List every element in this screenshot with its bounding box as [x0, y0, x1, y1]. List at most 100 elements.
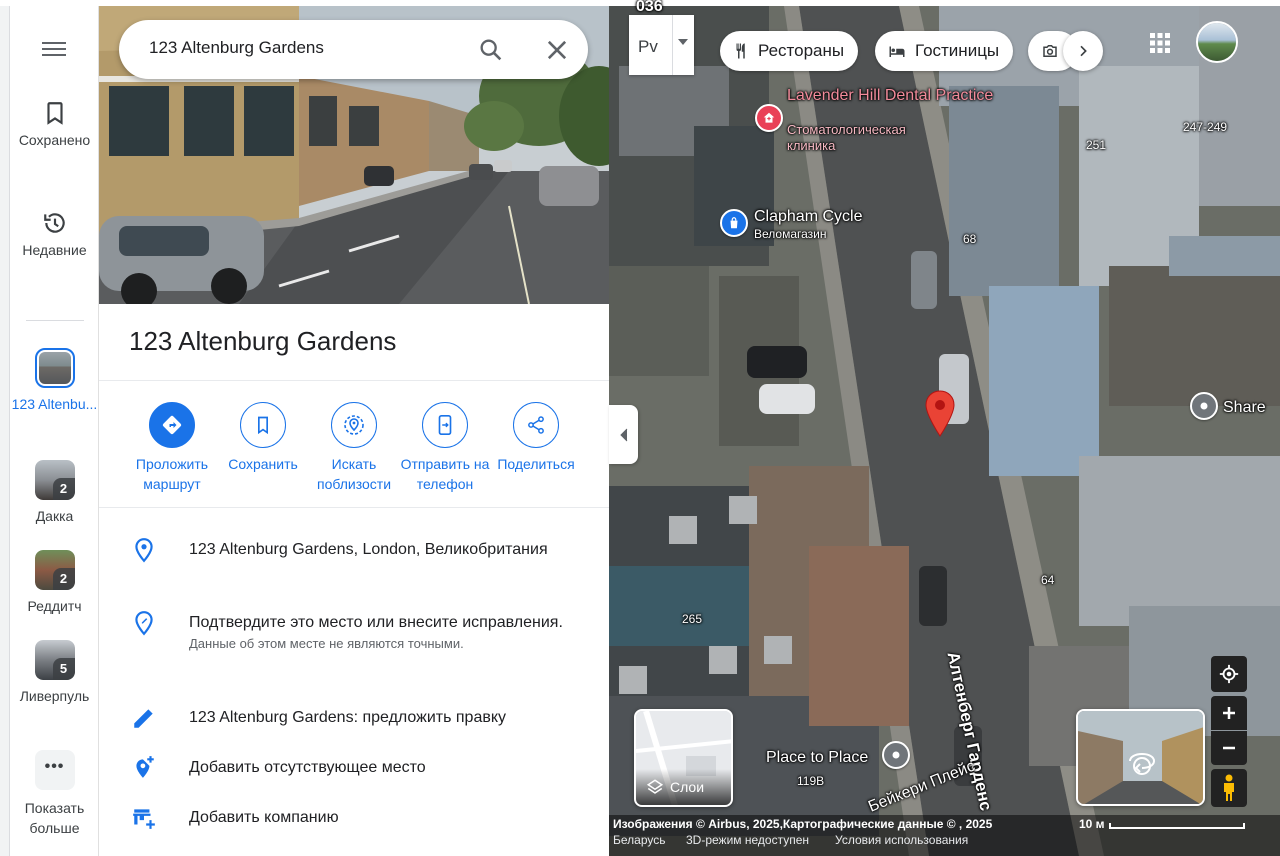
- language-selector[interactable]: Рv: [629, 15, 694, 75]
- bookmark-icon: [258, 416, 268, 435]
- rotate-360-icon: [1129, 752, 1156, 773]
- search-button[interactable]: [477, 36, 505, 64]
- show-more-label: Показать больше: [24, 800, 85, 836]
- layers-icon: [646, 779, 664, 794]
- zoom-out-button[interactable]: [1211, 731, 1247, 765]
- account-avatar[interactable]: [1196, 21, 1238, 63]
- bookmark-icon: [46, 102, 63, 125]
- hotel-icon: [889, 46, 905, 57]
- save-button[interactable]: Сохранить: [213, 402, 313, 474]
- place-thumbnail: 2: [34, 550, 75, 590]
- place-pin-icon[interactable]: [924, 390, 956, 438]
- photo-count-badge: 5: [52, 658, 75, 680]
- recent-place-dhaka[interactable]: 2 Дакка: [10, 460, 99, 526]
- place-thumbnail: 5: [34, 640, 75, 680]
- place-to-place-marker[interactable]: [882, 741, 910, 769]
- more-dots-icon: •••: [34, 750, 75, 790]
- recent-place-label: Дакка: [35, 508, 74, 524]
- zoom-in-button[interactable]: [1211, 696, 1247, 730]
- menu-button[interactable]: [40, 38, 68, 62]
- add-missing-place-row[interactable]: Добавить отсутствующее место: [99, 755, 609, 785]
- plus-icon: [1223, 707, 1235, 719]
- add-business-row[interactable]: Добавить компанию: [99, 805, 609, 835]
- share-button[interactable]: Поделиться: [486, 402, 586, 474]
- search-input[interactable]: [149, 38, 469, 58]
- search-icon: [480, 39, 502, 61]
- place-thumbnail: [34, 348, 75, 388]
- nearby-button[interactable]: Искать поблизости: [304, 402, 404, 494]
- suggest-edit-text: 123 Altenburg Gardens: предложить правку: [189, 709, 507, 726]
- shopping-bag-icon: [730, 217, 738, 229]
- left-rail: Сохранено Недавние 123 Altenbu... 2 Дакк…: [0, 0, 99, 856]
- recent-button[interactable]: Недавние: [10, 210, 99, 260]
- directions-label: Проложить маршрут: [135, 456, 209, 492]
- house-number: 265: [682, 612, 703, 626]
- location-pin-icon: [135, 538, 153, 563]
- house-number: 251: [1086, 138, 1107, 152]
- chevron-left-icon: [619, 428, 627, 441]
- restaurant-icon: [736, 43, 745, 59]
- show-more-button[interactable]: ••• Показать больше: [10, 750, 99, 838]
- scale-bar: [1109, 823, 1245, 829]
- chip-hotels-label: Гостиницы: [915, 41, 1000, 60]
- share-poi-label: Share: [1223, 399, 1266, 416]
- share-poi-marker[interactable]: [1190, 392, 1218, 420]
- directions-icon: [162, 415, 182, 435]
- house-number: 119B: [797, 774, 825, 788]
- save-label: Сохранить: [228, 456, 298, 472]
- edit-location-icon: [135, 611, 153, 636]
- my-location-button[interactable]: [1211, 656, 1247, 692]
- apps-grid-icon: [1150, 33, 1170, 53]
- place-title: 123 Altenburg Gardens: [129, 326, 397, 356]
- pegman-button[interactable]: [1211, 769, 1247, 807]
- collapse-panel-button[interactable]: [609, 405, 638, 464]
- nearby-icon: [344, 415, 364, 435]
- pegman-icon: [1224, 774, 1234, 801]
- layers-button[interactable]: Слои: [634, 709, 733, 807]
- share-icon: [528, 416, 544, 434]
- send-to-phone-icon: [438, 415, 452, 435]
- minus-icon: [1223, 746, 1235, 750]
- suggest-edit-row[interactable]: 123 Altenburg Gardens: предложить правку: [99, 705, 609, 735]
- camera-icon: [1043, 45, 1057, 57]
- cycle-poi-label: Clapham Cycle: [754, 208, 863, 225]
- address-row[interactable]: 123 Altenburg Gardens, London, Великобри…: [99, 537, 609, 591]
- recent-place-label: Ливерпуль: [19, 688, 90, 704]
- 3d-unavailable-text: 3D-режим недоступен: [686, 833, 810, 847]
- clear-search-button[interactable]: [543, 36, 571, 64]
- saved-label: Сохранено: [18, 132, 91, 148]
- dot-icon: [1200, 402, 1208, 410]
- region-link[interactable]: Беларусь: [613, 833, 665, 847]
- cycle-poi-category: Веломагазин: [754, 227, 827, 241]
- saved-button[interactable]: Сохранено: [10, 100, 99, 150]
- place-to-place-label: Place to Place: [766, 749, 869, 766]
- dental-poi-marker[interactable]: [755, 104, 783, 132]
- confirm-place-row[interactable]: Подтвердите это место или внесите исправ…: [99, 610, 609, 680]
- house-number: 64: [1041, 573, 1055, 587]
- google-apps-button[interactable]: [1148, 31, 1172, 55]
- chips-next-button[interactable]: [1063, 31, 1103, 71]
- photo-count-badge: 2: [52, 568, 75, 590]
- directions-button[interactable]: Проложить маршрут: [122, 402, 222, 494]
- recent-place-altenburg[interactable]: 123 Altenbu...: [10, 348, 99, 414]
- add-business-text: Добавить компанию: [189, 809, 339, 826]
- medical-icon: [763, 112, 775, 123]
- send-to-phone-button[interactable]: Отправить на телефон: [395, 402, 495, 494]
- place-panel: 123 Altenburg Gardens Проложить маршрут …: [99, 0, 609, 856]
- recent-place-redditch[interactable]: 2 Реддитч: [10, 550, 99, 616]
- address-text: 123 Altenburg Gardens, London, Великобри…: [189, 541, 548, 558]
- chip-restaurants[interactable]: Рестораны: [720, 31, 859, 71]
- chip-hotels[interactable]: Гостиницы: [875, 31, 1014, 71]
- language-code: Рv: [638, 37, 658, 56]
- add-missing-place-text: Добавить отсутствующее место: [189, 759, 426, 776]
- terms-link[interactable]: Условия использования: [835, 833, 968, 847]
- nearby-label: Искать поблизости: [316, 456, 392, 492]
- photo-count-badge: 2: [52, 478, 75, 500]
- confirm-text: Подтвердите это место или внесите исправ…: [189, 614, 563, 631]
- recent-place-liverpool[interactable]: 5 Ливерпуль: [10, 640, 99, 706]
- street-view-thumbnail[interactable]: [1076, 709, 1205, 806]
- divider: [99, 507, 609, 508]
- chevron-right-icon: [1080, 45, 1087, 57]
- cycle-poi-marker[interactable]: [720, 209, 748, 237]
- dental-poi-label: Lavender Hill Dental Practice: [787, 87, 994, 104]
